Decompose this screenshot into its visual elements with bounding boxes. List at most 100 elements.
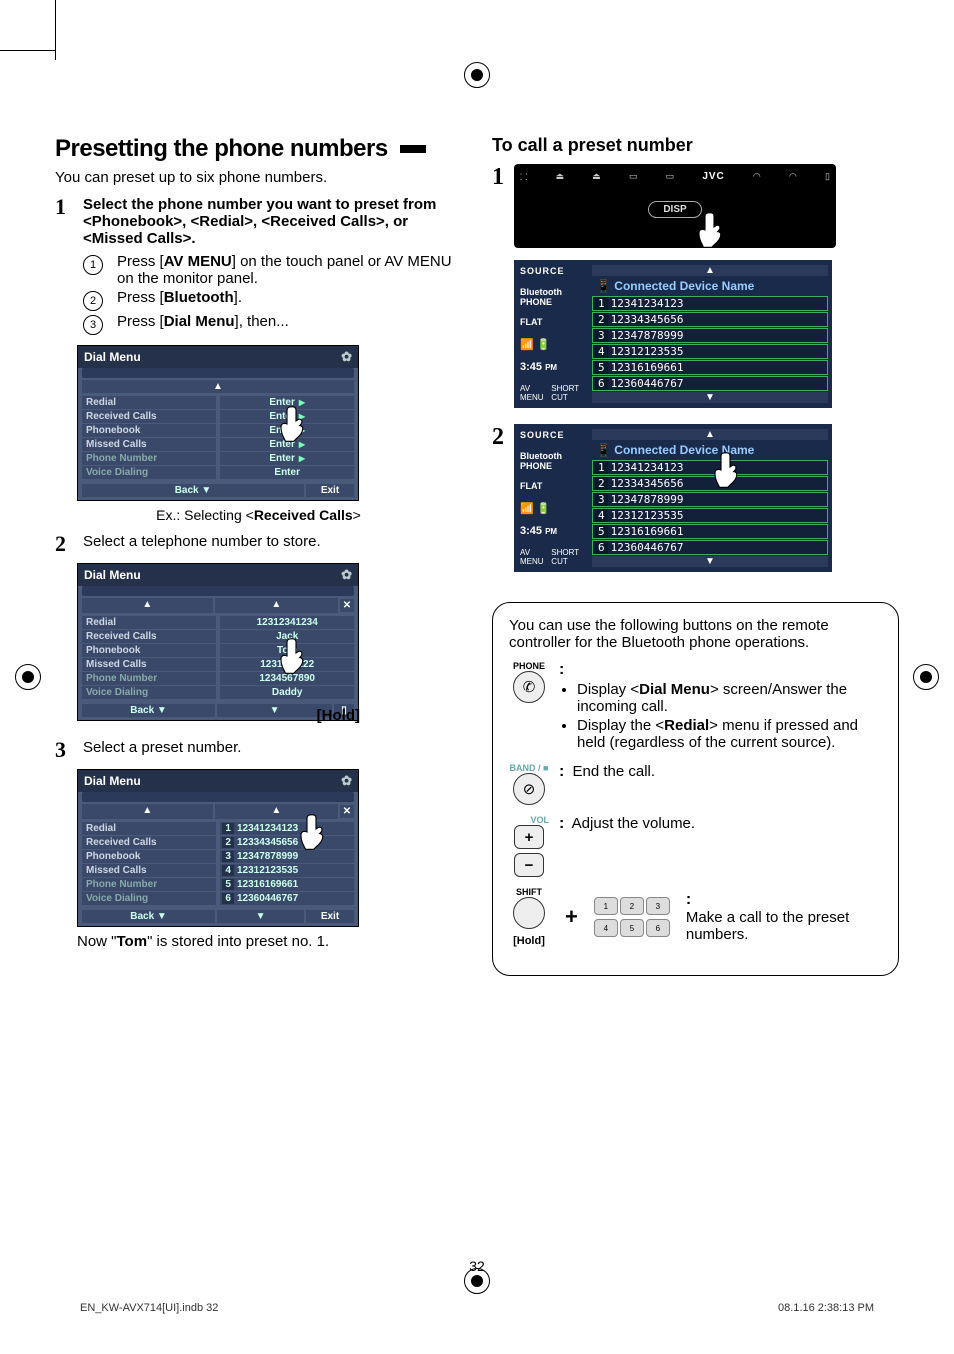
list-item[interactable]: Missed Calls (82, 864, 216, 877)
time-label: 3:45 PM (520, 361, 584, 373)
exit-button[interactable]: Exit (306, 910, 354, 923)
up-arrow-icon[interactable]: ▲ (82, 598, 213, 613)
enter-button[interactable]: Enter▶ (220, 452, 354, 465)
preset-item[interactable]: 212334345656 (220, 836, 354, 849)
contact-item[interactable]: Daddy (220, 686, 354, 699)
key-6-icon[interactable]: 6 (646, 919, 670, 937)
back-button[interactable]: Back ▼ (82, 704, 215, 717)
list-item[interactable]: Received Calls (82, 410, 216, 423)
list-item[interactable]: Phonebook (82, 850, 216, 863)
preset-item[interactable]: 412312123535 (592, 344, 828, 359)
t: 12347878999 (611, 493, 684, 506)
down-button[interactable]: ▼ (217, 910, 304, 923)
t: AV MENU (520, 548, 545, 566)
preset-item[interactable]: 512316169661 (592, 524, 828, 539)
preset-item[interactable]: 612360446767 (592, 540, 828, 555)
list-item[interactable]: Redial (82, 396, 216, 409)
k: 6 (595, 541, 608, 554)
panel-right-presets: 112341234123 212334345656 312347878999 4… (220, 821, 358, 910)
dial-menu-panel-enter: Dial Menu ✿ ▲ Redial Received Calls Phon… (77, 345, 359, 501)
preset-item[interactable]: 212334345656 (592, 476, 828, 491)
list-item[interactable]: Redial (82, 616, 216, 629)
k: 1 (595, 461, 608, 474)
list-item[interactable]: Received Calls (82, 630, 216, 643)
preset-item[interactable]: 312347878999 (592, 492, 828, 507)
preset-item[interactable]: 412312123535 (220, 864, 354, 877)
step-1-body: Select the phone number you want to pres… (83, 196, 462, 337)
preset-item[interactable]: 312347878999 (592, 328, 828, 343)
up-arrow-icon[interactable]: ▲ (215, 598, 338, 613)
key-5-icon[interactable]: 5 (620, 919, 644, 937)
contact-item[interactable]: 12312341234 (220, 616, 354, 629)
t: 12316169661 (611, 361, 684, 374)
preset-item[interactable]: 112341234123 (220, 822, 354, 835)
gear-icon: ✿ (341, 773, 352, 789)
down-button[interactable]: ▼ (217, 704, 332, 717)
pointing-hand-icon (278, 404, 308, 444)
key-2-icon[interactable]: 2 (620, 897, 644, 915)
down-arrow-icon[interactable]: ▼ (592, 556, 828, 567)
page-number: 32 (469, 1258, 485, 1274)
bullet: Display <Dial Menu> screen/Answer the in… (577, 681, 882, 715)
key-1-icon[interactable]: 1 (594, 897, 618, 915)
shift-icon[interactable] (513, 897, 545, 929)
content-columns: Presetting the phone numbers You can pre… (55, 135, 899, 976)
bluetooth-label: BluetoothPHONE (520, 451, 584, 471)
t: Bluetooth (164, 289, 234, 306)
preset-item[interactable]: 612360446767 (220, 892, 354, 905)
close-icon[interactable]: ✕ (340, 805, 354, 818)
crop-mark-icon (0, 50, 55, 51)
panel-left-list: Redial Received Calls Phonebook Missed C… (78, 615, 220, 704)
list-item[interactable]: Missed Calls (82, 658, 216, 671)
close-icon[interactable]: ✕ (340, 599, 354, 612)
t: 12360446767 (611, 541, 684, 554)
back-button[interactable]: Back ▼ (82, 484, 304, 497)
registration-mark-icon (15, 664, 41, 690)
panel-grid: Redial Received Calls Phonebook Missed C… (78, 395, 358, 484)
band-button-icon: BAND / ■ ⊘ (509, 763, 549, 805)
t: PM (545, 527, 557, 536)
preset-item[interactable]: 412312123535 (592, 508, 828, 523)
list-item[interactable]: Received Calls (82, 836, 216, 849)
signal-bar-icon (82, 586, 354, 596)
numpad-icon: 1 2 3 4 5 6 (594, 897, 668, 937)
eject-icon: ⏏ (592, 171, 601, 182)
list-item[interactable]: Phonebook (82, 644, 216, 657)
up-arrow-icon[interactable]: ▲ (592, 429, 828, 440)
preset-item[interactable]: 112341234123 (592, 460, 828, 475)
preset-item[interactable]: 212334345656 (592, 312, 828, 327)
source-label: SOURCE (520, 266, 584, 276)
up-arrow-icon[interactable]: ▲ (82, 380, 354, 393)
phone-icon[interactable]: ✆ (513, 671, 545, 703)
disp-button[interactable]: DISP (648, 201, 701, 218)
preset-item[interactable]: 612360446767 (592, 376, 828, 391)
k: 6 (595, 377, 608, 390)
preset-item[interactable]: 512316169661 (220, 878, 354, 891)
key-4-icon[interactable]: 4 (594, 919, 618, 937)
down-arrow-icon[interactable]: ▼ (592, 392, 828, 403)
end-call-icon[interactable]: ⊘ (513, 773, 545, 805)
preset-item[interactable]: 112341234123 (592, 296, 828, 311)
list-item[interactable]: Phone Number (82, 878, 216, 891)
list-item[interactable]: Phone Number (82, 452, 216, 465)
panel-footer: Back ▼ Exit (78, 484, 358, 500)
preset-item[interactable]: 512316169661 (592, 360, 828, 375)
exit-button[interactable]: Exit (306, 484, 354, 497)
list-item[interactable]: Missed Calls (82, 438, 216, 451)
section-title: Presetting the phone numbers (55, 135, 462, 163)
key-3-icon[interactable]: 3 (646, 897, 670, 915)
list-item[interactable]: Voice Dialing (82, 686, 216, 699)
vol-up-icon[interactable]: + (514, 825, 544, 849)
up-arrow-icon[interactable]: ▲ (82, 804, 213, 819)
back-button[interactable]: Back ▼ (82, 910, 215, 923)
vol-down-icon[interactable]: − (514, 853, 544, 877)
list-item[interactable]: Voice Dialing (82, 892, 216, 905)
up-arrow-icon[interactable]: ▲ (592, 265, 828, 276)
list-item[interactable]: Voice Dialing (82, 466, 216, 479)
panel-grid: Redial Received Calls Phonebook Missed C… (78, 615, 358, 704)
enter-button[interactable]: Enter (220, 466, 354, 479)
preset-item[interactable]: 312347878999 (220, 850, 354, 863)
list-item[interactable]: Phonebook (82, 424, 216, 437)
list-item[interactable]: Redial (82, 822, 216, 835)
list-item[interactable]: Phone Number (82, 672, 216, 685)
